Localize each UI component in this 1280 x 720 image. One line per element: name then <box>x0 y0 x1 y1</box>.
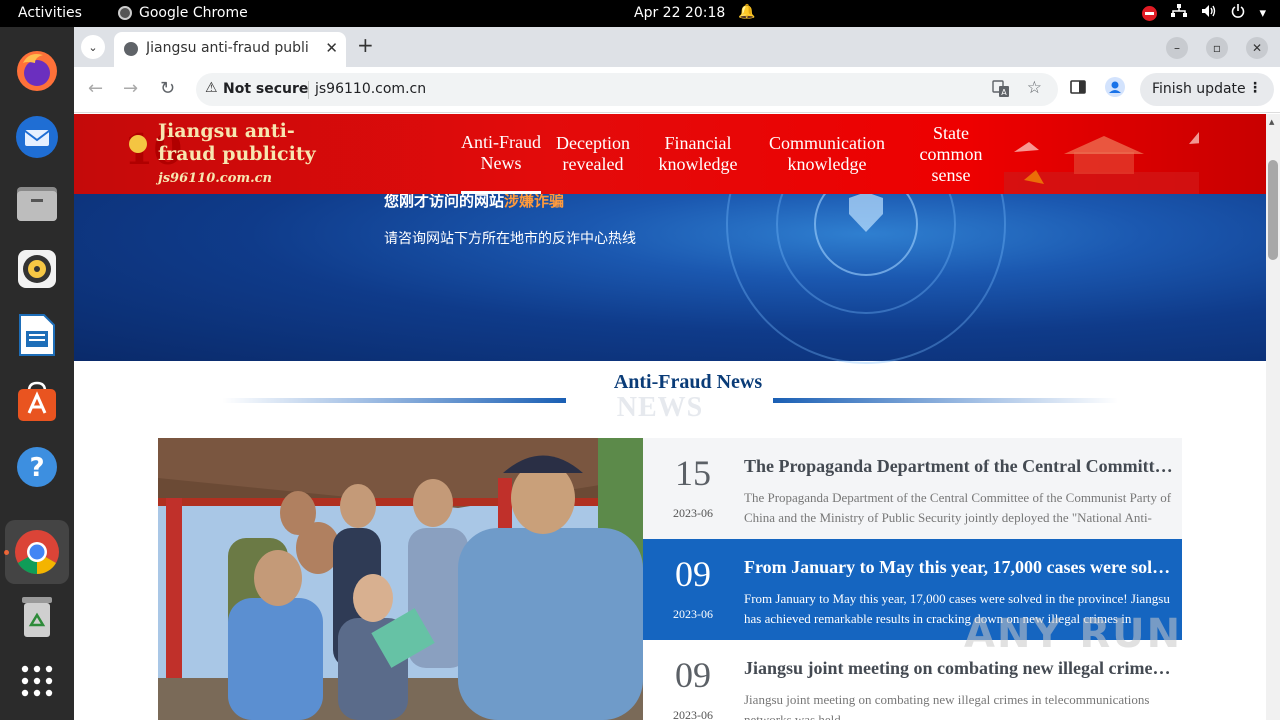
news-year-month: 2023-06 <box>673 506 713 520</box>
close-window-button[interactable]: ✕ <box>1246 37 1268 59</box>
activities-button[interactable]: Activities <box>18 5 82 21</box>
nav-anti-fraud-news[interactable]: Anti-Fraud News <box>461 114 541 194</box>
chevron-down-icon: ▾ <box>1259 5 1266 21</box>
news-year-month: 2023-06 <box>673 607 713 621</box>
tab-title: Jiangsu anti-fraud publi <box>146 40 309 56</box>
chrome-icon[interactable] <box>5 520 69 584</box>
security-status[interactable]: Not secure <box>223 81 308 97</box>
news-title[interactable]: From January to May this year, 17,000 ca… <box>744 557 1174 578</box>
news-featured-photo[interactable] <box>158 438 643 720</box>
tab-close-icon[interactable]: ✕ <box>325 39 338 57</box>
back-arrow-icon[interactable]: ← <box>88 78 103 99</box>
banner-hotline-line: 请咨询网站下方所在地市的反诈中心热线 <box>384 231 636 247</box>
reload-icon[interactable]: ↻ <box>160 78 175 99</box>
scrollbar-thumb[interactable] <box>1268 160 1278 260</box>
scroll-up-icon[interactable]: ▲ <box>1269 118 1274 126</box>
svg-text:?: ? <box>29 453 44 483</box>
section-title: Anti-Fraud News <box>613 371 763 393</box>
rhythmbox-icon[interactable] <box>13 245 61 293</box>
app-center-icon[interactable] <box>13 377 61 425</box>
news-day: 15 <box>675 453 711 493</box>
globe-icon <box>124 42 138 56</box>
site-domain: js96110.com.cn <box>158 171 273 186</box>
omnibox-separator <box>308 81 309 99</box>
news-title[interactable]: Jiangsu joint meeting on combating new i… <box>744 658 1174 679</box>
news-day: 09 <box>675 655 711 695</box>
tab-search-button[interactable]: ⌄ <box>81 35 105 59</box>
help-icon[interactable]: ? <box>13 443 61 491</box>
svg-text:A: A <box>1001 88 1007 97</box>
tab-strip: ⌄ Jiangsu anti-fraud publi ✕ + – ▫ ✕ <box>74 27 1280 67</box>
warning-triangle-icon: ⚠ <box>205 80 218 96</box>
trash-icon[interactable] <box>13 593 61 641</box>
forward-arrow-icon[interactable]: → <box>123 78 138 99</box>
page-scrollbar[interactable]: ▲ <box>1266 114 1280 720</box>
news-item[interactable]: 15 2023-06 The Propaganda Department of … <box>643 438 1182 539</box>
anyrun-watermark: ANY RUN <box>964 611 1183 657</box>
banner-warning-text: 您刚才访问的网站 <box>384 192 505 210</box>
news-summary: The Propaganda Department of the Central… <box>744 490 1172 532</box>
writer-icon[interactable] <box>13 311 61 359</box>
news-list: 15 2023-06 The Propaganda Department of … <box>643 438 1182 720</box>
section-divider-left <box>222 398 566 403</box>
notification-bell-icon[interactable]: 🔔 <box>738 4 755 20</box>
thunderbird-icon[interactable] <box>13 113 61 161</box>
section-divider-right <box>773 398 1118 403</box>
finish-update-button[interactable]: Finish update ⋮ <box>1140 73 1274 106</box>
power-icon <box>1231 4 1245 22</box>
system-tray[interactable]: ▾ <box>1142 4 1266 22</box>
tab-active[interactable]: Jiangsu anti-fraud publi ✕ <box>114 32 346 67</box>
files-icon[interactable] <box>13 179 61 227</box>
nav-deception-revealed[interactable]: Deception revealed <box>547 114 639 194</box>
volume-icon <box>1201 4 1217 22</box>
translate-icon[interactable]: A <box>992 80 1010 102</box>
browser-toolbar: ← → ↻ ⚠ Not secure js96110.com.cn A ☆ Fi… <box>74 67 1280 113</box>
side-panel-icon[interactable] <box>1070 79 1086 99</box>
profile-avatar-icon[interactable] <box>1105 77 1125 101</box>
chrome-app-icon <box>118 6 132 20</box>
show-apps-icon[interactable] <box>13 657 61 705</box>
news-summary: Jiangsu joint meeting on combating new i… <box>744 692 1150 720</box>
news-day: 09 <box>675 554 711 594</box>
finish-update-label: Finish update <box>1152 81 1246 97</box>
nav-financial-knowledge[interactable]: Financial knowledge <box>652 114 744 194</box>
section-subtitle: NEWS <box>616 392 704 423</box>
banner-warning-highlight: 涉嫌诈骗 <box>504 192 565 210</box>
url-text[interactable]: js96110.com.cn <box>315 81 426 97</box>
dock: ? <box>0 27 74 720</box>
system-top-bar: Activities Google Chrome Apr 22 20:18 🔔 … <box>0 0 1280 27</box>
app-name: Google Chrome <box>139 5 248 21</box>
site-title[interactable]: Jiangsu anti-fraud publicity <box>158 120 338 166</box>
kebab-menu-icon[interactable]: ⋮ <box>1248 80 1262 96</box>
maximize-button[interactable]: ▫ <box>1206 37 1228 59</box>
address-bar[interactable]: ⚠ Not secure js96110.com.cn A ☆ <box>196 73 1058 106</box>
clock[interactable]: Apr 22 20:18 <box>634 5 725 21</box>
site-header: 100 Jiangsu anti-fraud publicity js96110… <box>74 114 1266 194</box>
minimize-button[interactable]: – <box>1166 37 1188 59</box>
news-year-month: 2023-06 <box>673 708 713 720</box>
tiananmen-gate-icon <box>1004 132 1199 194</box>
app-menu[interactable]: Google Chrome <box>118 5 248 21</box>
recording-stop-icon[interactable] <box>1142 5 1158 21</box>
nav-state-common-sense[interactable]: State common sense <box>907 114 995 194</box>
nav-communication-knowledge[interactable]: Communication knowledge <box>761 114 893 194</box>
new-tab-button[interactable]: + <box>357 35 374 55</box>
firefox-icon[interactable] <box>13 47 61 95</box>
network-icon <box>1171 4 1188 22</box>
news-title[interactable]: The Propaganda Department of the Central… <box>744 456 1174 477</box>
bookmark-star-icon[interactable]: ☆ <box>1027 78 1042 98</box>
